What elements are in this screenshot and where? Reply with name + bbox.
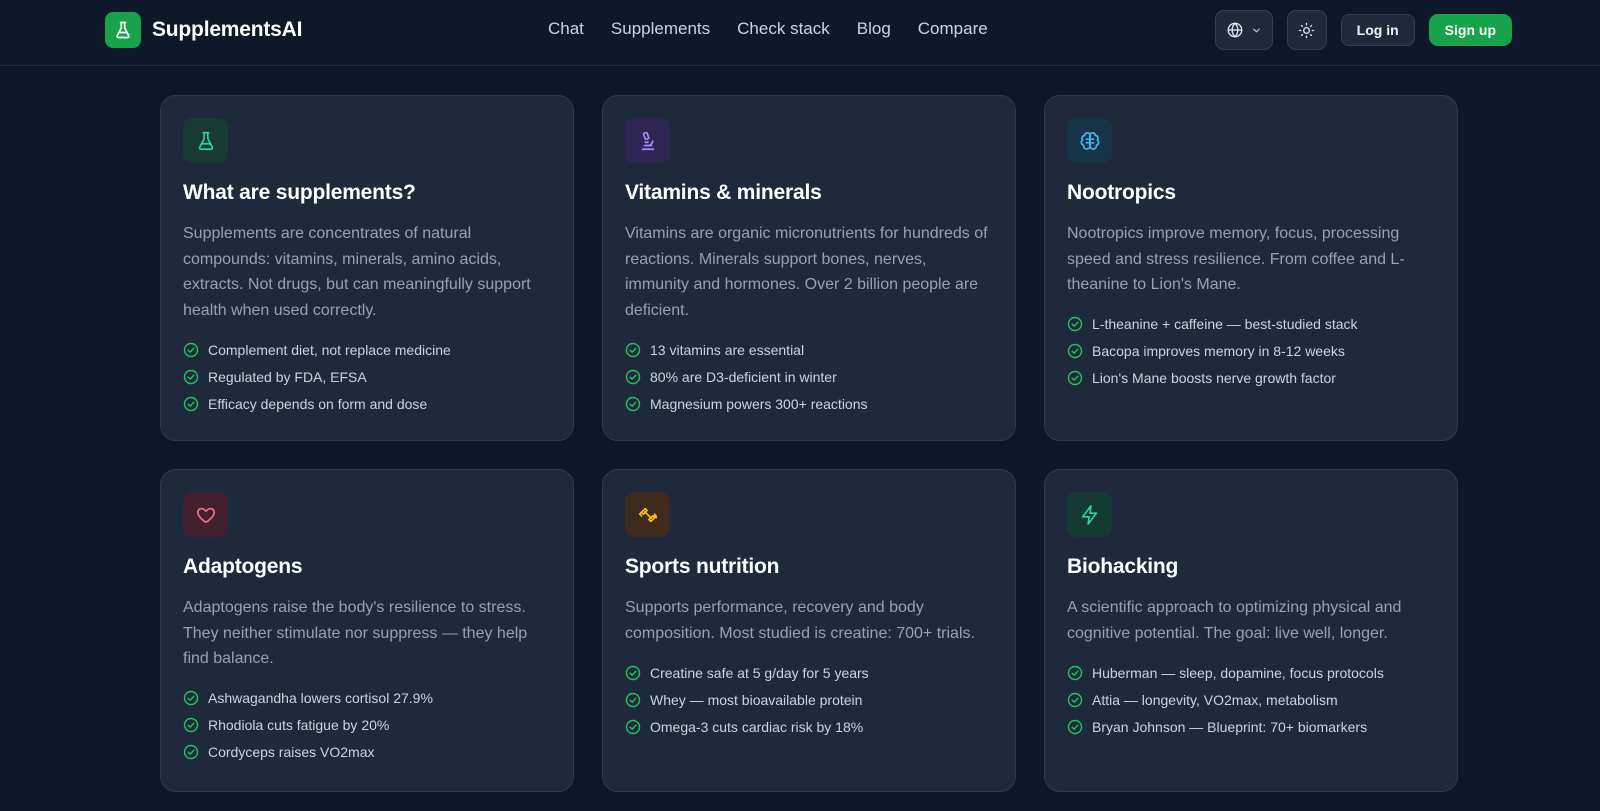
- brain-icon: [1067, 118, 1112, 163]
- list-item: Regulated by FDA, EFSA: [183, 363, 551, 390]
- category-grid: What are supplements? Supplements are co…: [160, 95, 1458, 792]
- check-circle-icon: [183, 369, 199, 385]
- list-item: 80% are D3-deficient in winter: [625, 363, 993, 390]
- card-title: Adaptogens: [183, 555, 303, 578]
- list-item: Creatine safe at 5 g/day for 5 years: [625, 659, 993, 686]
- card-sports-nutrition[interactable]: Sports nutrition Supports performance, r…: [602, 469, 1016, 792]
- list-item: Ashwagandha lowers cortisol 27.9%: [183, 685, 551, 712]
- nav-compare[interactable]: Compare: [918, 19, 988, 39]
- flask-icon: [105, 12, 141, 48]
- check-circle-icon: [183, 342, 199, 358]
- list-item: Whey — most bioavailable protein: [625, 686, 993, 713]
- check-circle-icon: [625, 719, 641, 735]
- top-header: SupplementsAI Chat Supplements Check sta…: [0, 0, 1600, 66]
- card-points: Complement diet, not replace medicine Re…: [183, 336, 551, 417]
- card-what-are-supplements[interactable]: What are supplements? Supplements are co…: [160, 95, 574, 441]
- signup-button[interactable]: Sign up: [1428, 14, 1512, 46]
- check-circle-icon: [625, 692, 641, 708]
- check-circle-icon: [625, 342, 641, 358]
- lightning-icon: [1067, 492, 1112, 537]
- card-description: Nootropics improve memory, focus, proces…: [1067, 225, 1405, 293]
- list-item: Cordyceps raises VO2max: [183, 739, 551, 766]
- microscope-icon: [625, 118, 670, 163]
- brand-logo[interactable]: SupplementsAI: [105, 12, 302, 48]
- nav-supplements[interactable]: Supplements: [611, 19, 710, 39]
- check-circle-icon: [183, 744, 199, 760]
- check-circle-icon: [183, 690, 199, 706]
- list-item: Bacopa improves memory in 8-12 weeks: [1067, 338, 1435, 365]
- list-item: Magnesium powers 300+ reactions: [625, 390, 993, 417]
- language-selector-button[interactable]: [1214, 10, 1273, 50]
- card-points: L-theanine + caffeine — best-studied sta…: [1067, 311, 1435, 392]
- check-circle-icon: [625, 396, 641, 412]
- card-description: Vitamins are organic micronutrients for …: [625, 225, 988, 319]
- check-circle-icon: [183, 717, 199, 733]
- check-circle-icon: [1067, 719, 1083, 735]
- card-adaptogens[interactable]: Adaptogens Adaptogens raise the body's r…: [160, 469, 574, 792]
- check-circle-icon: [1067, 370, 1083, 386]
- list-item: Bryan Johnson — Blueprint: 70+ biomarker…: [1067, 713, 1435, 740]
- heart-icon: [183, 492, 228, 537]
- list-item: 13 vitamins are essential: [625, 336, 993, 363]
- list-item: L-theanine + caffeine — best-studied sta…: [1067, 311, 1435, 338]
- chevron-down-icon: [1252, 28, 1260, 32]
- check-circle-icon: [1067, 665, 1083, 681]
- nav-check-stack[interactable]: Check stack: [737, 19, 830, 39]
- check-circle-icon: [625, 665, 641, 681]
- check-circle-icon: [1067, 316, 1083, 332]
- card-points: 13 vitamins are essential 80% are D3-def…: [625, 336, 993, 417]
- card-description: Supports performance, recovery and body …: [625, 599, 975, 642]
- check-circle-icon: [1067, 343, 1083, 359]
- login-button[interactable]: Log in: [1340, 14, 1415, 46]
- card-title: Nootropics: [1067, 181, 1176, 204]
- dumbbell-icon: [625, 492, 670, 537]
- card-description: A scientific approach to optimizing phys…: [1067, 599, 1402, 642]
- card-points: Ashwagandha lowers cortisol 27.9% Rhodio…: [183, 685, 551, 766]
- list-item: Complement diet, not replace medicine: [183, 336, 551, 363]
- list-item: Omega-3 cuts cardiac risk by 18%: [625, 713, 993, 740]
- check-circle-icon: [183, 396, 199, 412]
- card-title: Biohacking: [1067, 555, 1179, 578]
- card-biohacking[interactable]: Biohacking A scientific approach to opti…: [1044, 469, 1458, 792]
- nav-blog[interactable]: Blog: [857, 19, 891, 39]
- check-circle-icon: [625, 369, 641, 385]
- brand-name: SupplementsAI: [152, 18, 303, 41]
- list-item: Rhodiola cuts fatigue by 20%: [183, 712, 551, 739]
- card-title: Vitamins & minerals: [625, 181, 822, 204]
- list-item: Efficacy depends on form and dose: [183, 390, 551, 417]
- theme-toggle-button[interactable]: [1286, 10, 1327, 50]
- card-vitamins-minerals[interactable]: Vitamins & minerals Vitamins are organic…: [602, 95, 1016, 441]
- flask-icon: [183, 118, 228, 163]
- main-nav: Chat Supplements Check stack Blog Compar…: [548, 19, 988, 39]
- card-title: What are supplements?: [183, 181, 416, 204]
- list-item: Huberman — sleep, dopamine, focus protoc…: [1067, 659, 1435, 686]
- card-description: Adaptogens raise the body's resilience t…: [183, 599, 528, 667]
- card-points: Huberman — sleep, dopamine, focus protoc…: [1067, 659, 1435, 740]
- header-actions: Log in Sign up: [1214, 10, 1512, 50]
- card-title: Sports nutrition: [625, 555, 780, 578]
- check-circle-icon: [1067, 692, 1083, 708]
- nav-chat[interactable]: Chat: [548, 19, 584, 39]
- list-item: Lion's Mane boosts nerve growth factor: [1067, 365, 1435, 392]
- card-nootropics[interactable]: Nootropics Nootropics improve memory, fo…: [1044, 95, 1458, 441]
- card-description: Supplements are concentrates of natural …: [183, 225, 531, 319]
- list-item: Attia — longevity, VO2max, metabolism: [1067, 686, 1435, 713]
- sun-icon: [1298, 22, 1315, 38]
- card-points: Creatine safe at 5 g/day for 5 years Whe…: [625, 659, 993, 740]
- globe-icon: [1227, 22, 1243, 38]
